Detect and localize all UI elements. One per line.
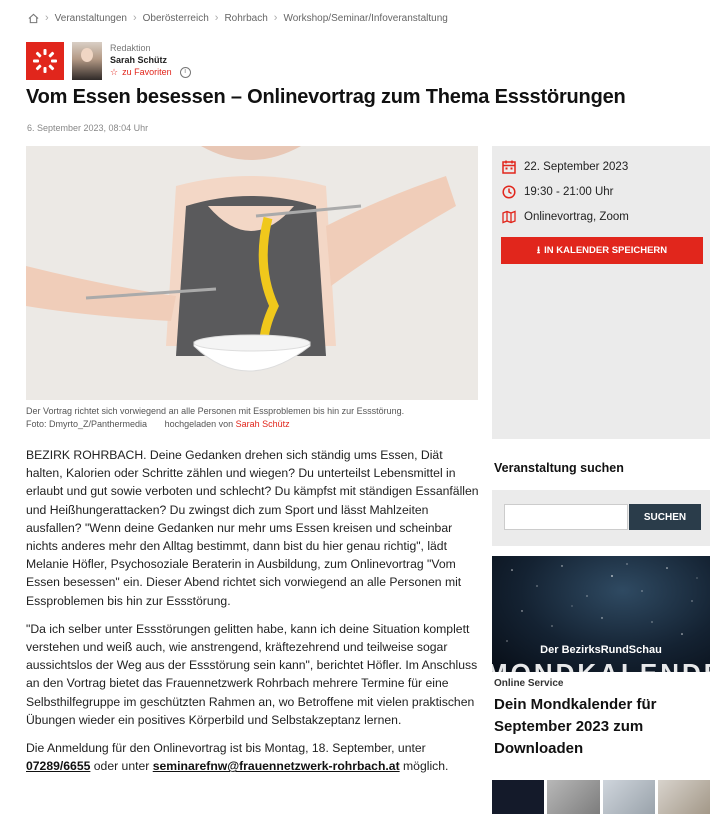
signup-end: möglich. <box>403 759 449 774</box>
promo-image: Der BezirksRundSchau MONDKALENDER <box>492 556 710 672</box>
avatar[interactable] <box>72 42 102 80</box>
signup-text: Die Anmeldung für den Onlinevortrag ist … <box>26 741 426 756</box>
breadcrumb: › Veranstaltungen › Oberösterreich › Roh… <box>28 12 448 24</box>
clock-icon <box>502 185 516 199</box>
brand-logo[interactable] <box>26 42 64 80</box>
promo-kicker: Online Service <box>494 678 564 689</box>
star-icon: ☆ <box>110 67 119 77</box>
image-caption: Der Vortrag richtet sich vorwiegend an a… <box>26 405 481 431</box>
breadcrumb-item[interactable]: Workshop/Seminar/Infoveranstaltung <box>283 13 447 24</box>
event-location: Onlinevortrag, Zoom <box>502 210 629 224</box>
photo-credit: Foto: Dmyrto_Z/Panthermedia <box>26 419 148 429</box>
map-icon <box>502 210 516 224</box>
email-link[interactable]: seminarefnw@frauennetzwerk-rohrbach.at <box>153 759 400 773</box>
save-to-calendar-button[interactable]: ⭳ IN KALENDER SPEICHERN <box>501 237 703 264</box>
thumbnail-strip <box>492 780 710 814</box>
event-date: 22. September 2023 <box>502 160 628 174</box>
search-button[interactable]: SUCHEN <box>629 504 701 530</box>
author-name[interactable]: Sarah Schütz <box>110 54 191 66</box>
promo-card[interactable]: Der BezirksRundSchau MONDKALENDER Online… <box>492 556 710 774</box>
info-icon[interactable]: i <box>179 66 191 78</box>
paragraph: BEZIRK ROHRBACH. Deine Gedanken drehen s… <box>26 448 479 608</box>
breadcrumb-item[interactable]: Veranstaltungen <box>55 13 127 24</box>
page-title: Vom Essen besessen – Onlinevortrag zum T… <box>26 86 626 108</box>
chevron-right-icon: › <box>273 12 278 24</box>
thumbnail[interactable] <box>492 780 545 814</box>
article-body: BEZIRK ROHRBACH. Deine Gedanken drehen s… <box>26 446 482 785</box>
home-icon[interactable] <box>28 13 39 24</box>
thumbnail[interactable] <box>602 780 655 814</box>
author-role: Redaktion <box>110 43 151 53</box>
search-section-title: Veranstaltung suchen <box>494 461 624 475</box>
chevron-right-icon: › <box>214 12 219 24</box>
promo-image-text: MONDKALENDER <box>492 658 710 672</box>
uploader-link[interactable]: Sarah Schütz <box>236 419 290 429</box>
search-input[interactable] <box>504 504 628 530</box>
article-image[interactable] <box>26 146 478 400</box>
or-text: oder unter <box>93 759 150 774</box>
author-block: Redaktion Sarah Schütz ☆ zu Favoriten i <box>26 42 191 82</box>
paragraph: "Da ich selber unter Essstörungen gelitt… <box>26 621 478 727</box>
breadcrumb-item[interactable]: Oberösterreich <box>143 13 209 24</box>
chevron-right-icon: › <box>132 12 137 24</box>
breadcrumb-item[interactable]: Rohrbach <box>224 13 267 24</box>
thumbnail[interactable] <box>547 780 600 814</box>
phone-link[interactable]: 07289/6655 <box>26 759 90 773</box>
promo-brand: Der BezirksRundSchau <box>540 644 662 656</box>
publish-date: 6. September 2023, 08:04 Uhr <box>27 123 149 133</box>
event-time: 19:30 - 21:00 Uhr <box>502 185 614 199</box>
download-icon: ⭳ <box>536 244 541 256</box>
caption-text: Der Vortrag richtet sich vorwiegend an a… <box>26 406 405 416</box>
thumbnail[interactable] <box>657 780 710 814</box>
favorite-button[interactable]: ☆ zu Favoriten i <box>110 66 191 78</box>
favorite-label: zu Favoriten <box>122 67 172 77</box>
calendar-icon <box>502 160 516 174</box>
paragraph: Die Anmeldung für den Onlinevortrag ist … <box>26 739 482 775</box>
chevron-right-icon: › <box>45 12 49 24</box>
promo-title[interactable]: Dein Mondkalender für September 2023 zum… <box>494 694 708 760</box>
event-info-panel: 22. September 2023 19:30 - 21:00 Uhr Onl… <box>492 146 710 439</box>
event-search: SUCHEN <box>492 490 710 546</box>
sun-logo-icon <box>33 49 57 73</box>
uploaded-by-label: hochgeladen von <box>164 419 234 429</box>
